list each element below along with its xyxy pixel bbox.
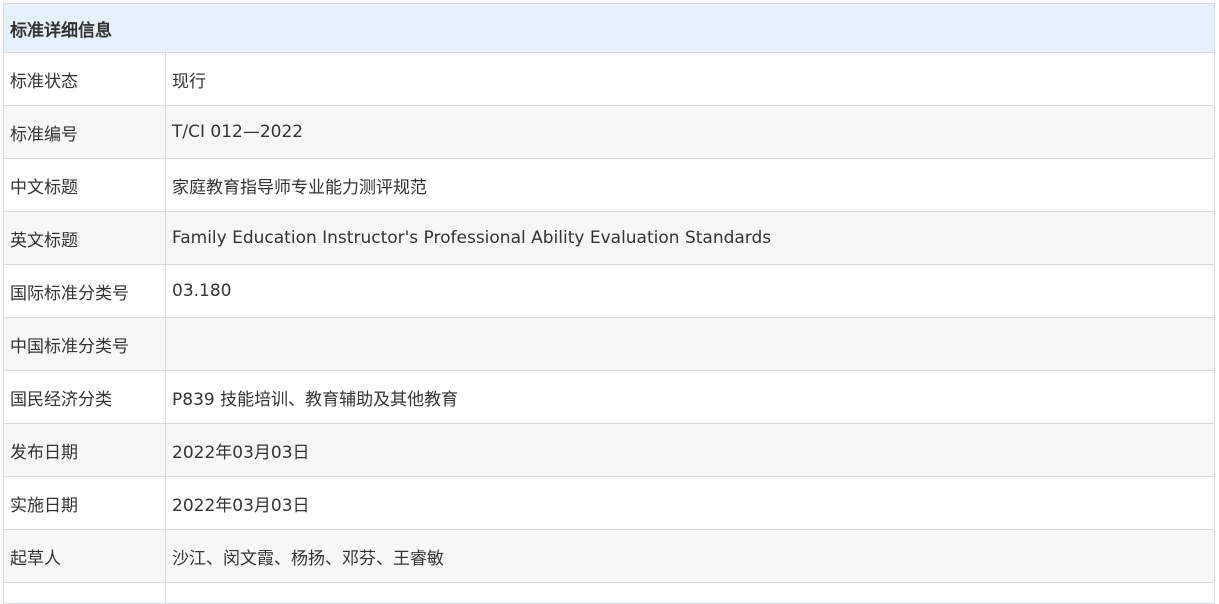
row-english-title: 英文标题 Family Education Instructor's Profe… — [3, 211, 1215, 265]
row-publish-date: 发布日期 2022年03月03日 — [3, 423, 1215, 477]
row-value: 现行 — [165, 52, 1215, 106]
row-label: 国际标准分类号 — [3, 264, 166, 318]
row-label: 标准编号 — [3, 105, 166, 159]
row-value: 03.180 — [165, 264, 1215, 318]
row-value: 2022年03月03日 — [165, 476, 1215, 530]
row-value: T/CI 012—2022 — [165, 105, 1215, 159]
row-status: 标准状态 现行 — [3, 52, 1215, 106]
row-value: P839 技能培训、教育辅助及其他教育 — [165, 370, 1215, 424]
row-label: 标准状态 — [3, 52, 166, 106]
row-value: 家庭教育指导师专业能力测评规范 — [165, 158, 1215, 212]
row-standard-number: 标准编号 T/CI 012—2022 — [3, 105, 1215, 159]
row-chinese-title: 中文标题 家庭教育指导师专业能力测评规范 — [3, 158, 1215, 212]
row-value: 沙江、闵文霞、杨扬、邓芬、王睿敏 — [165, 529, 1215, 583]
row-label: 国民经济分类 — [3, 370, 166, 424]
row-partial — [3, 582, 1215, 604]
row-drafters: 起草人 沙江、闵文霞、杨扬、邓芬、王睿敏 — [3, 529, 1215, 583]
row-ccs-code: 中国标准分类号 — [3, 317, 1215, 371]
standard-detail-panel: 标准详细信息 标准状态 现行 标准编号 T/CI 012—2022 中文标题 家… — [3, 3, 1215, 604]
row-label: 起草人 — [3, 529, 166, 583]
row-label: 中国标准分类号 — [3, 317, 166, 371]
row-economic-classification: 国民经济分类 P839 技能培训、教育辅助及其他教育 — [3, 370, 1215, 424]
row-implement-date: 实施日期 2022年03月03日 — [3, 476, 1215, 530]
row-value — [165, 317, 1215, 371]
row-label: 发布日期 — [3, 423, 166, 477]
row-value: Family Education Instructor's Profession… — [165, 211, 1215, 265]
row-label: 中文标题 — [3, 158, 166, 212]
row-ics-code: 国际标准分类号 03.180 — [3, 264, 1215, 318]
table-title: 标准详细信息 — [3, 3, 1215, 53]
row-label — [3, 582, 166, 604]
row-label: 英文标题 — [3, 211, 166, 265]
table-header-row: 标准详细信息 — [3, 3, 1215, 53]
row-value: 2022年03月03日 — [165, 423, 1215, 477]
row-label: 实施日期 — [3, 476, 166, 530]
row-value — [165, 582, 1215, 604]
standard-detail-table: 标准详细信息 标准状态 现行 标准编号 T/CI 012—2022 中文标题 家… — [3, 3, 1215, 604]
